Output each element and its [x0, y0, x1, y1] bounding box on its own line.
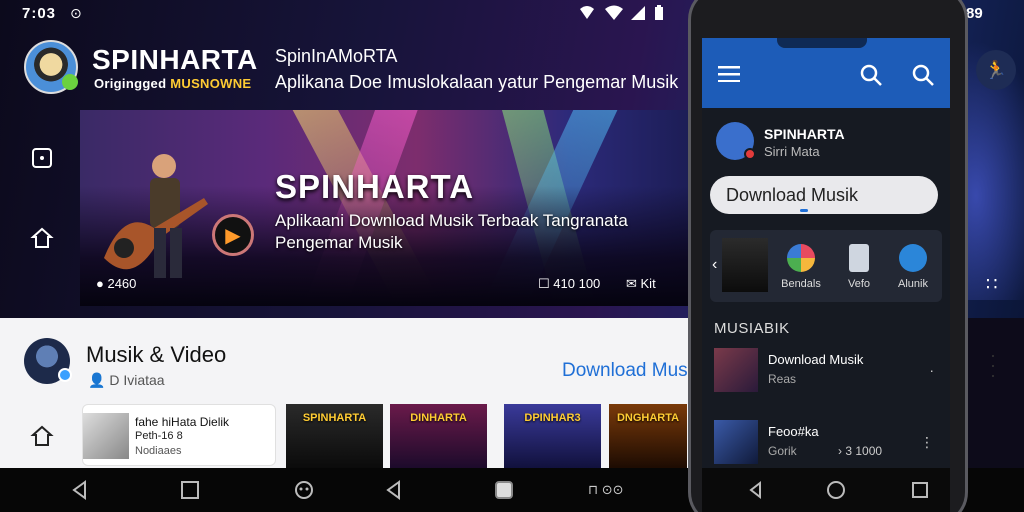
phone-notch — [777, 38, 867, 48]
list-thumbnail — [714, 420, 758, 464]
status-dot — [744, 148, 756, 160]
list-item-title: Download Musik — [768, 352, 864, 367]
list-item-subtitle: Reas — [768, 372, 797, 386]
track-thumbnail — [83, 413, 129, 459]
category-label: Alunik — [898, 278, 928, 290]
brand-name: SPINHARTA — [92, 44, 258, 75]
battery-percent: 89 — [966, 5, 983, 22]
album-label: DNGHARTA — [616, 412, 680, 424]
album-label: SPINHARTA — [302, 412, 367, 424]
album-cover[interactable]: SPINHARTA — [286, 404, 383, 470]
phone-profile-name: SPINHARTA — [764, 126, 845, 142]
download-music-button[interactable]: Download Musik — [710, 176, 938, 214]
album-label: DINHARTA — [410, 412, 467, 424]
more-icon[interactable]: · — [929, 362, 934, 378]
kebab-icon[interactable]: ⋮ — [920, 434, 934, 451]
chevron-left-icon[interactable]: ‹ — [712, 256, 717, 274]
nav-extra[interactable]: ⊓ ⊙⊙ — [588, 482, 648, 502]
list-item-subtitle: Gorik — [768, 444, 797, 458]
share-stat[interactable]: ✉ Kit — [626, 276, 656, 292]
phone-section-title: MUSIABIK — [714, 320, 790, 337]
header-description: Aplikana Doe Imuslokalaan yatur Pengemar… — [275, 72, 679, 92]
phone-profile-avatar[interactable] — [716, 122, 756, 160]
listeners-stat: ● 2460 — [96, 276, 137, 291]
pie-category-icon — [787, 244, 815, 272]
banner-title: SPINHARTA — [275, 168, 475, 205]
guitarist-image — [104, 154, 208, 278]
assistant-icon[interactable] — [294, 480, 314, 500]
play-badge-icon[interactable]: ▶ — [212, 214, 254, 256]
square-icon[interactable] — [30, 146, 54, 170]
album-cover[interactable]: DPINHAR3 — [504, 404, 601, 470]
header-title: SpinInAMoRTA — [275, 46, 398, 66]
download-music-link[interactable]: Download Musik — [562, 360, 690, 382]
hero-banner[interactable]: ▶ SPINHARTA Aplikaani Download Musik Ter… — [80, 110, 692, 306]
phone-home-icon[interactable] — [826, 480, 846, 500]
track-subtitle: Nodiaaes — [135, 445, 182, 457]
list-thumbnail — [714, 348, 758, 392]
home-button-icon[interactable] — [494, 480, 514, 500]
category-item[interactable]: Alunik — [888, 244, 938, 290]
list-item-meta: › 3 1000 — [838, 444, 883, 458]
album-cover[interactable]: DINHARTA — [390, 404, 487, 470]
category-item[interactable]: Vefo — [834, 244, 884, 290]
phone-app-bar — [702, 38, 950, 108]
video-category-icon — [849, 244, 869, 272]
section-avatar[interactable] — [24, 338, 72, 384]
phone-nav-bar — [702, 468, 950, 512]
track-title: fahe hiHata Dielik — [135, 415, 230, 429]
verified-badge — [58, 368, 72, 382]
track-card[interactable]: fahe hiHata Dielik Peth-16 8 Nodiaaes — [82, 404, 276, 466]
phone-list-item[interactable]: Download Musik Reas · — [714, 348, 938, 396]
profile-running-icon[interactable]: 🏃 — [976, 50, 1016, 90]
status-time: 7:03 — [22, 5, 57, 22]
home-icon[interactable] — [30, 226, 54, 250]
brand-tagline: Origingged MUSNOWNE — [94, 76, 252, 91]
comments-stat[interactable]: ☐ 410 100 — [538, 276, 600, 292]
more-dots-icon[interactable]: ∷ — [986, 274, 998, 295]
overview-icon[interactable] — [180, 480, 200, 500]
online-dot — [62, 74, 78, 90]
category-carousel: ‹ Bendals Vefo Alunik — [710, 230, 942, 302]
notification-icon: ⊙ — [70, 5, 82, 21]
phone-screen: SPINHARTA Sirri Mata Download Musik ‹ Be… — [702, 38, 950, 468]
section-title: Musik & Video — [86, 342, 227, 367]
album-cover[interactable]: DNGHARTA — [609, 404, 687, 470]
category-label: Vefo — [847, 278, 871, 290]
kebab-menu-icon[interactable]: · · · — [990, 346, 996, 384]
list-item-title: Feoo#ka — [768, 424, 819, 439]
phone-list-item[interactable]: Feoo#ka Gorik › 3 1000 ⋮ — [714, 420, 938, 468]
track-meta: Peth-16 8 — [135, 430, 183, 442]
signal-icon — [630, 5, 646, 24]
app-logo[interactable] — [24, 40, 78, 94]
category-label: Bendals — [781, 278, 821, 290]
search-icon-2[interactable] — [912, 64, 934, 86]
wifi-icon — [604, 5, 624, 24]
home-outline-icon[interactable] — [30, 424, 54, 448]
back-icon-2[interactable] — [384, 480, 404, 500]
album-label: DPINHAR3 — [524, 412, 581, 424]
album-category-icon — [899, 244, 927, 272]
menu-icon[interactable] — [718, 66, 740, 82]
phone-profile-subtitle: Sirri Mata — [764, 144, 820, 159]
search-icon[interactable] — [860, 64, 882, 86]
battery-icon — [654, 5, 664, 24]
phone-back-icon[interactable] — [746, 480, 766, 500]
section-subtitle: 👤 D Iviataa — [88, 372, 165, 388]
phone-overview-icon[interactable] — [910, 480, 930, 500]
banner-description: Aplikaani Download Musik Terbaak Tangran… — [275, 211, 628, 252]
hotspot-icon — [578, 5, 596, 24]
back-icon[interactable] — [70, 480, 90, 500]
featured-cover[interactable] — [722, 238, 768, 292]
category-item[interactable]: Bendals — [776, 244, 826, 290]
